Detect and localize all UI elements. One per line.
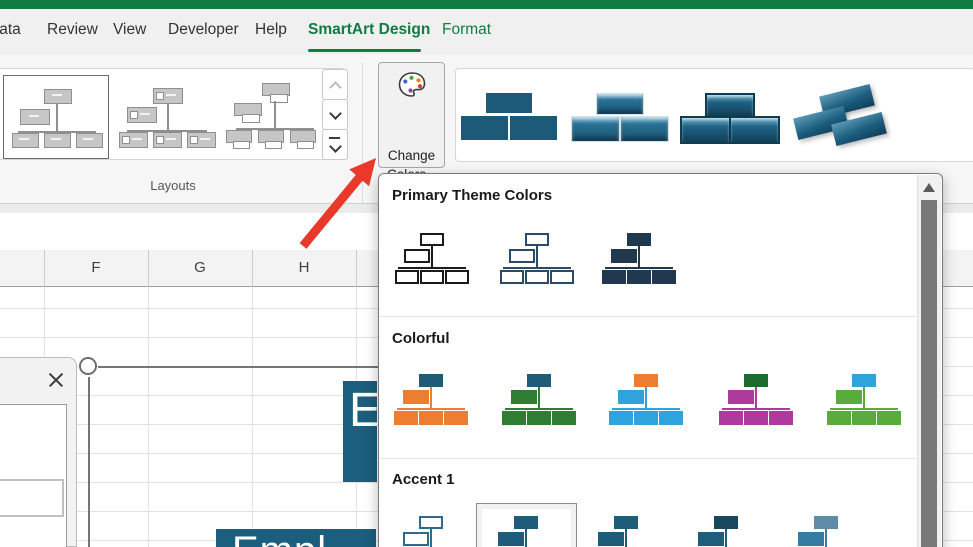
style-item-polished[interactable] xyxy=(569,76,669,156)
scroll-up-arrow-icon[interactable] xyxy=(923,183,935,192)
layouts-group-label: Layouts xyxy=(0,178,346,193)
style-item-simple-fill[interactable] xyxy=(459,76,559,156)
tab-view[interactable]: View xyxy=(113,21,146,39)
color-variant-dark-2-outline[interactable] xyxy=(496,233,578,287)
section-divider xyxy=(380,316,916,317)
excel-window: Data Review View Developer Help SmartArt… xyxy=(0,0,973,547)
color-variant-dark-fill[interactable] xyxy=(598,233,680,287)
section-title-colorful: Colorful xyxy=(392,330,450,347)
layout-item-organization-chart[interactable] xyxy=(3,75,109,159)
active-tab-underline xyxy=(308,49,421,52)
column-header-f[interactable]: F xyxy=(44,259,148,276)
gallery-scroll-down-button[interactable] xyxy=(322,99,348,130)
section-title-accent-1: Accent 1 xyxy=(392,471,455,488)
tab-review[interactable]: Review xyxy=(47,21,98,39)
smartart-styles-gallery xyxy=(455,68,973,162)
accent-1-row xyxy=(379,516,919,547)
color-variant-transparent-gradient-range-accent-1[interactable] xyxy=(785,516,867,547)
palette-icon xyxy=(397,71,427,99)
tab-smartart-design[interactable]: SmartArt Design xyxy=(308,21,430,39)
chevron-down-icon xyxy=(329,107,342,120)
change-colors-label-line1: Change xyxy=(379,146,444,165)
color-variant-colored-outline-accent-1[interactable] xyxy=(390,516,472,547)
column-header-h[interactable]: H xyxy=(252,259,356,276)
gallery-more-button[interactable] xyxy=(322,129,348,160)
section-divider xyxy=(380,458,916,459)
color-variant-colorful-range-accent-2-to-3[interactable] xyxy=(498,374,580,428)
change-colors-dropdown: Primary Theme Colors Colorful Accent 1 xyxy=(378,173,943,547)
text-pane-body xyxy=(0,404,67,547)
scrollbar-thumb[interactable] xyxy=(921,200,937,547)
color-variant-gradient-loop-accent-1[interactable] xyxy=(685,516,767,547)
change-colors-button[interactable]: Change Colors xyxy=(378,62,445,168)
colorful-row xyxy=(379,374,919,444)
smartart-resize-handle[interactable] xyxy=(79,357,97,375)
tab-help[interactable]: Help xyxy=(255,21,287,39)
dropdown-scrollbar[interactable] xyxy=(917,175,941,547)
primary-theme-colors-row xyxy=(379,233,919,303)
color-variant-gradient-range-accent-1[interactable] xyxy=(585,516,667,547)
style-item-3d-cluster[interactable] xyxy=(789,76,889,156)
style-item-inset[interactable] xyxy=(678,76,778,156)
color-variant-colorful-range-accent-5-to-6[interactable] xyxy=(823,374,905,428)
tab-developer[interactable]: Developer xyxy=(168,21,239,39)
layout-item-picture-organization-chart[interactable] xyxy=(113,75,217,157)
gallery-scroll-up-button[interactable] xyxy=(322,69,348,100)
color-variant-colored-fill-accent-1[interactable] xyxy=(485,516,567,547)
column-header-g[interactable]: G xyxy=(148,259,252,276)
tab-format[interactable]: Format xyxy=(442,21,491,39)
chevron-down-icon xyxy=(329,140,342,153)
menu-bar: Data Review View Developer Help SmartArt… xyxy=(0,9,973,55)
chevron-up-icon xyxy=(329,81,342,94)
smartart-text-pane xyxy=(0,357,77,547)
text-pane-input[interactable] xyxy=(0,479,64,517)
smartart-selection-border-left xyxy=(88,377,90,547)
close-icon[interactable] xyxy=(46,370,66,390)
smartart-selection-border-top xyxy=(98,366,378,368)
smartart-shape-top[interactable]: E xyxy=(343,381,377,482)
section-title-primary-theme-colors: Primary Theme Colors xyxy=(392,187,552,204)
smartart-shape-bottom[interactable]: Empl xyxy=(216,529,376,547)
color-variant-dark-1-outline[interactable] xyxy=(391,233,473,287)
tab-data[interactable]: Data xyxy=(0,21,21,39)
title-bar xyxy=(0,0,973,9)
color-variant-colorful-accent-colors[interactable] xyxy=(390,374,472,428)
color-variant-colorful-range-accent-4-to-5[interactable] xyxy=(715,374,797,428)
color-variant-colorful-range-accent-3-to-4[interactable] xyxy=(605,374,687,428)
layout-item-name-and-title-organization-chart[interactable] xyxy=(220,75,324,157)
